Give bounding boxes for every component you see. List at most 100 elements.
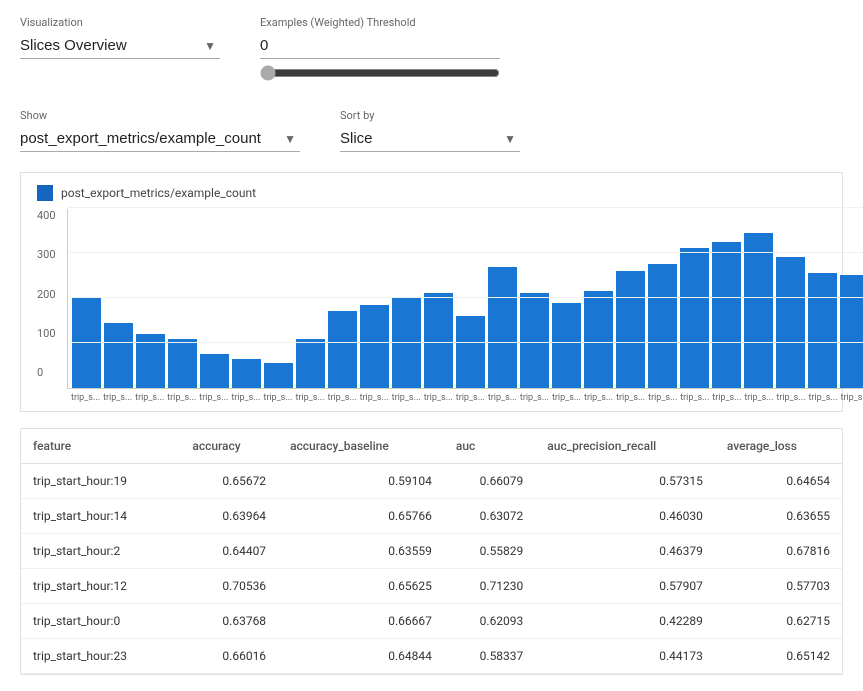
bar[interactable] [776,257,805,388]
bar[interactable] [296,339,325,388]
bar[interactable] [456,316,485,388]
sortby-select[interactable]: Slice [340,126,520,152]
bar[interactable] [264,363,293,388]
x-label: trip_s... [648,393,677,403]
chart-area: post_export_metrics/example_count 010020… [20,172,843,412]
bar[interactable] [232,359,261,388]
table-cell: 0.44173 [535,639,715,674]
x-label: trip_s... [231,393,260,403]
slider-container [260,65,500,85]
bar[interactable] [616,271,645,388]
bar[interactable] [552,303,581,388]
table-cell: 0.46379 [535,534,715,569]
table-header-cell: auc_precision_recall [535,429,715,464]
table-cell: trip_start_hour:19 [21,464,180,499]
bar[interactable] [392,298,421,388]
bar[interactable] [520,293,549,388]
table-header-row: featureaccuracyaccuracy_baselineaucauc_p… [21,429,842,464]
x-label: trip_s... [808,393,837,403]
x-label: trip_s... [360,393,389,403]
threshold-input[interactable] [260,33,500,59]
bar[interactable] [168,339,197,388]
x-label: trip_s... [71,393,100,403]
chart-inner: trip_s...trip_s...trip_s...trip_s...trip… [67,209,863,403]
bar[interactable] [488,267,517,388]
y-axis-label: 0 [37,366,59,379]
table-cell: 0.66016 [180,639,278,674]
table-header-cell: average_loss [715,429,842,464]
controls-row-1: Visualization Slices Overview ▼ Examples… [20,16,843,85]
table-cell: 0.65625 [278,569,444,604]
table-cell: 0.62715 [715,604,842,639]
table-cell: 0.62093 [444,604,535,639]
bar[interactable] [648,264,677,388]
visualization-label: Visualization [20,16,220,29]
x-label: trip_s... [776,393,805,403]
table-header-cell: auc [444,429,535,464]
bar[interactable] [136,334,165,388]
table-cell: 0.66667 [278,604,444,639]
x-label: trip_s... [424,393,453,403]
table-cell: 0.59104 [278,464,444,499]
y-axis: 0100200300400 [37,209,67,403]
x-label: trip_s... [488,393,517,403]
x-label: trip_s... [167,393,196,403]
x-label: trip_s... [680,393,709,403]
bar[interactable] [72,298,101,388]
x-label: trip_s... [263,393,292,403]
x-label: trip_s... [295,393,324,403]
threshold-input-group [260,33,500,85]
bar[interactable] [840,275,863,388]
bar[interactable] [328,311,357,388]
legend-label: post_export_metrics/example_count [61,186,256,200]
table-row: trip_start_hour:230.660160.648440.583370… [21,639,842,674]
threshold-label: Examples (Weighted) Threshold [260,16,500,29]
bar[interactable] [744,233,773,388]
data-table: featureaccuracyaccuracy_baselineaucauc_p… [21,429,842,674]
x-label: trip_s... [712,393,741,403]
sortby-label: Sort by [340,109,520,122]
x-label: trip_s... [841,393,863,403]
table-row: trip_start_hour:20.644070.635590.558290.… [21,534,842,569]
table-cell: 0.70536 [180,569,278,604]
visualization-control: Visualization Slices Overview ▼ [20,16,220,59]
chart-wrapper: 0100200300400 trip_s...trip_s...trip_s..… [37,209,826,403]
sortby-control: Sort by Slice ▼ [340,109,520,152]
threshold-slider[interactable] [260,65,500,81]
bar[interactable] [712,242,741,388]
table-cell: 0.71230 [444,569,535,604]
x-label: trip_s... [392,393,421,403]
bar[interactable] [200,354,229,388]
table-cell: 0.65672 [180,464,278,499]
table-cell: trip_start_hour:23 [21,639,180,674]
table-cell: 0.64407 [180,534,278,569]
table-cell: trip_start_hour:12 [21,569,180,604]
x-label: trip_s... [328,393,357,403]
table-cell: 0.63072 [444,499,535,534]
bar[interactable] [584,291,613,388]
show-label: Show [20,109,300,122]
bar[interactable] [360,305,389,388]
bar[interactable] [104,323,133,388]
table-cell: 0.63768 [180,604,278,639]
x-label: trip_s... [744,393,773,403]
table-cell: 0.58337 [444,639,535,674]
bar[interactable] [808,273,837,388]
bar[interactable] [680,248,709,388]
visualization-select[interactable]: Slices Overview [20,33,220,59]
visualization-dropdown-container: Slices Overview ▼ [20,33,220,59]
x-label: trip_s... [616,393,645,403]
table-cell: trip_start_hour:14 [21,499,180,534]
table-cell: 0.63964 [180,499,278,534]
table-cell: 0.42289 [535,604,715,639]
table-cell: trip_start_hour:2 [21,534,180,569]
table-cell: 0.63559 [278,534,444,569]
x-label: trip_s... [520,393,549,403]
table-header-cell: feature [21,429,180,464]
x-label: trip_s... [552,393,581,403]
page-container: Visualization Slices Overview ▼ Examples… [0,0,863,691]
bar[interactable] [424,293,453,388]
show-select[interactable]: post_export_metrics/example_count [20,126,300,152]
table-cell: trip_start_hour:0 [21,604,180,639]
y-axis-label: 400 [37,209,59,222]
